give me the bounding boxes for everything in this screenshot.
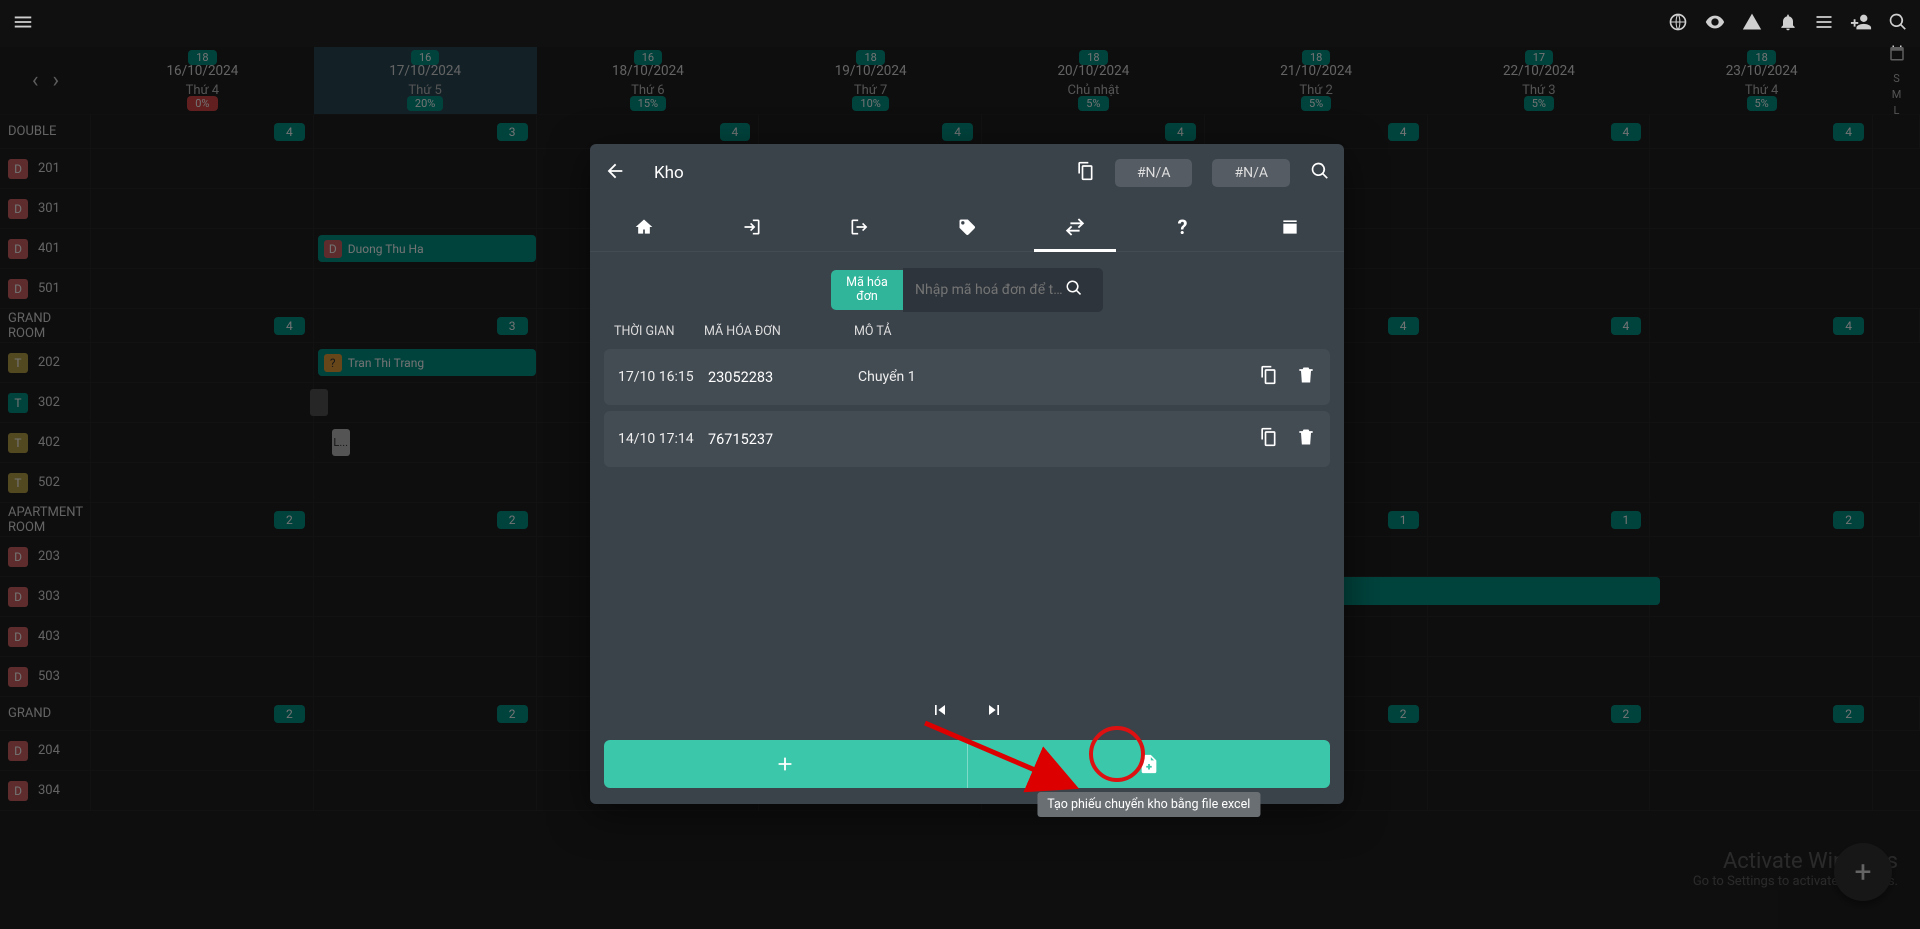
th-time: THỜI GIAN — [614, 324, 704, 339]
cell-code: 76715237 — [708, 431, 858, 448]
tab-transfer[interactable] — [1021, 202, 1129, 251]
modal-search-icon[interactable] — [1310, 161, 1330, 185]
pager — [590, 692, 1344, 732]
cell-time: 17/10 16:15 — [618, 369, 708, 385]
tab-tag[interactable] — [913, 202, 1021, 251]
na-badge-1[interactable]: #N/A — [1115, 159, 1193, 187]
search-icon[interactable] — [1888, 12, 1908, 36]
tab-in[interactable] — [698, 202, 806, 251]
modal-tabs: ? — [590, 202, 1344, 252]
list-icon[interactable] — [1814, 12, 1834, 36]
row-copy-icon[interactable] — [1258, 365, 1278, 389]
modal-footer: Tạo phiếu chuyển kho bằng file excel — [604, 740, 1330, 788]
globe-icon[interactable] — [1668, 12, 1688, 36]
modal-search-row: Mã hóa đơn — [590, 252, 1344, 320]
invoice-search-input[interactable] — [915, 282, 1065, 298]
table-header: THỜI GIAN MÃ HÓA ĐƠN MÔ TẢ — [590, 320, 1344, 343]
tab-archive[interactable] — [1236, 202, 1344, 251]
page-last-icon[interactable] — [984, 700, 1004, 724]
import-excel-button[interactable]: Tạo phiếu chuyển kho bằng file excel — [967, 740, 1331, 788]
cell-code: 23052283 — [708, 369, 858, 386]
import-excel-tooltip: Tạo phiếu chuyển kho bằng file excel — [1037, 792, 1260, 817]
copy-icon[interactable] — [1075, 161, 1095, 185]
table-row[interactable]: 17/10 16:1523052283Chuyển 1 — [604, 349, 1330, 405]
search-submit-icon[interactable] — [1065, 279, 1083, 301]
visibility-icon[interactable] — [1704, 11, 1726, 37]
row-delete-icon[interactable] — [1296, 365, 1316, 389]
inventory-modal: Kho #N/A #N/A ? Mã hóa đơn THỜI GIAN MÃ … — [590, 144, 1344, 804]
notifications-icon[interactable] — [1778, 12, 1798, 36]
tab-home[interactable] — [590, 202, 698, 251]
modal-header: Kho #N/A #N/A — [590, 144, 1344, 202]
tab-help[interactable]: ? — [1129, 202, 1237, 251]
th-desc: MÔ TẢ — [854, 324, 1320, 339]
table-row[interactable]: 14/10 17:1476715237 — [604, 411, 1330, 467]
alert-icon[interactable] — [1742, 12, 1762, 36]
tab-out[interactable] — [805, 202, 913, 251]
row-delete-icon[interactable] — [1296, 427, 1316, 451]
add-user-icon[interactable] — [1850, 11, 1872, 37]
menu-icon[interactable] — [12, 11, 34, 37]
row-copy-icon[interactable] — [1258, 427, 1278, 451]
page-first-icon[interactable] — [930, 700, 950, 724]
add-button[interactable] — [604, 740, 967, 788]
search-type-button[interactable]: Mã hóa đơn — [831, 270, 903, 310]
top-bar — [0, 0, 1920, 47]
na-badge-2[interactable]: #N/A — [1212, 159, 1290, 187]
cell-desc: Chuyển 1 — [858, 369, 1258, 385]
back-icon[interactable] — [604, 160, 626, 186]
cell-time: 14/10 17:14 — [618, 431, 708, 447]
th-code: MÃ HÓA ĐƠN — [704, 324, 854, 339]
modal-title: Kho — [654, 163, 684, 183]
